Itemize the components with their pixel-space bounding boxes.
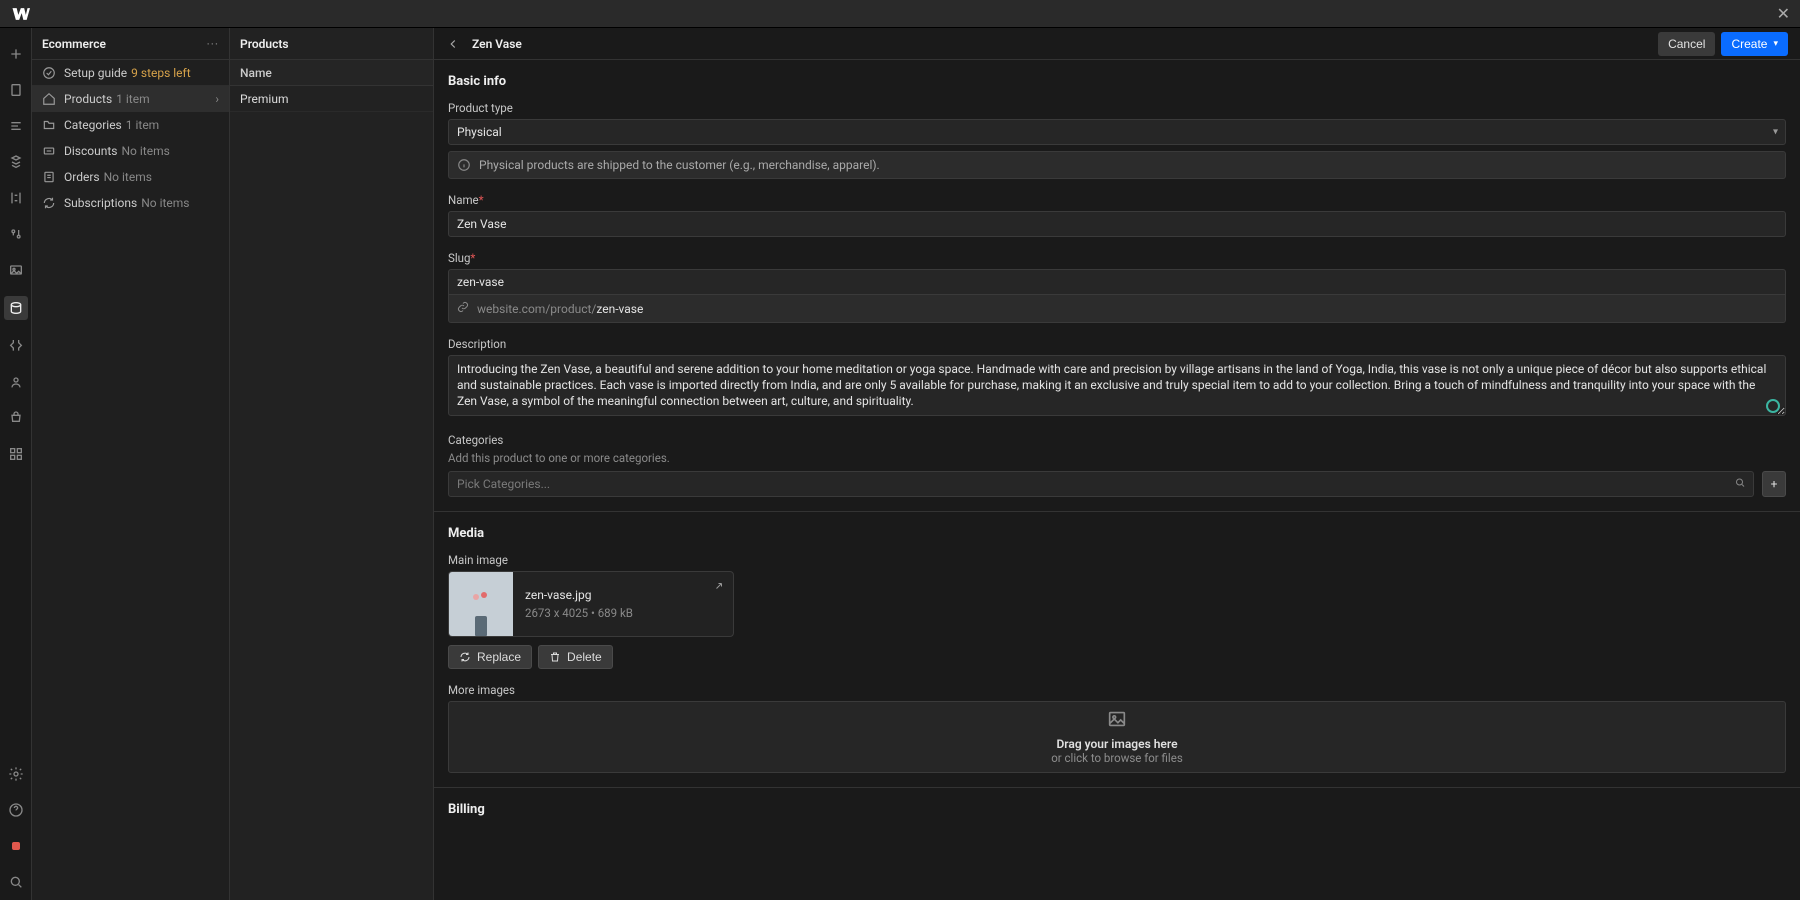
logic-icon[interactable]	[6, 336, 26, 356]
check-circle-icon	[42, 66, 56, 80]
subscriptions-icon	[42, 196, 56, 210]
sidebar-item-discounts[interactable]: Discounts No items	[32, 138, 229, 164]
ecommerce-sidebar: Ecommerce ··· Setup guide 9 steps left P…	[32, 28, 230, 900]
sidebar-item-meta: No items	[141, 196, 189, 210]
product-type-hint: Physical products are shipped to the cus…	[448, 151, 1786, 179]
categories-input[interactable]	[448, 471, 1754, 497]
image-icon	[1106, 708, 1128, 733]
cancel-button[interactable]: Cancel	[1658, 32, 1715, 56]
product-type-hint-text: Physical products are shipped to the cus…	[479, 158, 880, 172]
sidebar-item-label: Categories	[64, 118, 122, 132]
sidebar-item-label: Products	[64, 92, 112, 106]
info-icon	[457, 158, 471, 172]
sidebar-title: Ecommerce	[42, 37, 106, 51]
variables-icon[interactable]	[6, 188, 26, 208]
more-images-label: More images	[448, 683, 1786, 697]
sidebar-item-label: Subscriptions	[64, 196, 137, 210]
section-basic-info-title: Basic info	[448, 74, 1786, 89]
image-thumbnail[interactable]	[449, 572, 513, 636]
sidebar-item-products[interactable]: Products 1 item ›	[32, 86, 229, 112]
navigator-icon[interactable]	[6, 116, 26, 136]
expand-icon[interactable]	[713, 580, 725, 595]
search-icon[interactable]	[6, 872, 26, 892]
editor-header: Zen Vase Cancel Create▾	[434, 28, 1800, 60]
discount-icon	[42, 144, 56, 158]
create-button[interactable]: Create▾	[1721, 32, 1788, 56]
webflow-logo-icon[interactable]	[10, 4, 30, 24]
pages-icon[interactable]	[6, 80, 26, 100]
app-topbar: ✕	[0, 0, 1800, 28]
name-label: Name*	[448, 193, 1786, 207]
sidebar-item-meta: 1 item	[116, 92, 149, 106]
more-images-dropzone[interactable]: Drag your images here or click to browse…	[448, 701, 1786, 773]
editor-body[interactable]: Basic info Product type ▾ Physical produ…	[434, 60, 1800, 900]
tag-icon	[42, 92, 56, 106]
more-icon[interactable]: ···	[207, 37, 219, 51]
sidebar-item-meta: 1 item	[126, 118, 159, 132]
section-media-title: Media	[448, 526, 1786, 541]
sidebar-item-label: Discounts	[64, 144, 117, 158]
sidebar-item-label: Setup guide	[64, 66, 127, 80]
slug-input[interactable]	[448, 269, 1786, 295]
search-icon	[1734, 476, 1746, 491]
assets-icon[interactable]	[6, 260, 26, 280]
styles-icon[interactable]	[6, 224, 26, 244]
editor-title: Zen Vase	[472, 37, 522, 51]
categories-icon	[42, 118, 56, 132]
tool-rail	[0, 28, 32, 900]
divider	[434, 511, 1800, 512]
products-panel-title: Products	[230, 28, 433, 60]
back-arrow-icon[interactable]	[446, 37, 460, 51]
product-type-select[interactable]	[448, 119, 1786, 145]
categories-label: Categories	[448, 433, 1786, 447]
sidebar-item-label: Orders	[64, 170, 100, 184]
components-icon[interactable]	[6, 152, 26, 172]
users-icon[interactable]	[6, 372, 26, 392]
product-row[interactable]: Premium	[230, 86, 433, 112]
product-type-label: Product type	[448, 101, 1786, 115]
description-textarea[interactable]	[448, 355, 1786, 416]
settings-icon[interactable]	[6, 764, 26, 784]
sidebar-item-subscriptions[interactable]: Subscriptions No items	[32, 190, 229, 216]
slug-url-preview: website.com/product/zen-vase	[448, 295, 1786, 323]
sidebar-item-orders[interactable]: Orders No items	[32, 164, 229, 190]
close-icon[interactable]: ✕	[1777, 4, 1790, 23]
main-image-label: Main image	[448, 553, 1786, 567]
image-filename: zen-vase.jpg	[525, 588, 721, 602]
description-label: Description	[448, 337, 1786, 351]
delete-button[interactable]: Delete	[538, 645, 613, 669]
categories-sublabel: Add this product to one or more categori…	[448, 451, 1786, 465]
divider	[434, 787, 1800, 788]
link-icon	[457, 301, 469, 316]
chevron-down-icon: ▾	[1773, 38, 1778, 49]
slug-label: Slug*	[448, 251, 1786, 265]
ecommerce-icon[interactable]	[6, 408, 26, 428]
grammarly-icon	[1766, 399, 1780, 413]
dropzone-sub-text: or click to browse for files	[1051, 751, 1183, 765]
image-meta: 2673 x 4025 • 689 kB	[525, 606, 721, 620]
sidebar-item-categories[interactable]: Categories 1 item	[32, 112, 229, 138]
cms-icon[interactable]	[4, 296, 28, 320]
add-category-button[interactable]: +	[1762, 471, 1786, 497]
video-tutorial-icon[interactable]	[6, 836, 26, 856]
chevron-right-icon: ›	[215, 92, 219, 106]
products-column-header: Name	[230, 60, 433, 86]
sidebar-item-setup-guide[interactable]: Setup guide 9 steps left	[32, 60, 229, 86]
dropzone-main-text: Drag your images here	[1056, 737, 1177, 751]
replace-button[interactable]: Replace	[448, 645, 532, 669]
product-editor: Zen Vase Cancel Create▾ Basic info Produ…	[434, 28, 1800, 900]
orders-icon	[42, 170, 56, 184]
sidebar-header: Ecommerce ···	[32, 28, 229, 60]
sidebar-item-meta: 9 steps left	[131, 66, 191, 80]
apps-icon[interactable]	[6, 444, 26, 464]
products-list-panel: Products Name Premium	[230, 28, 434, 900]
name-input[interactable]	[448, 211, 1786, 237]
help-icon[interactable]	[6, 800, 26, 820]
main-image-card: zen-vase.jpg 2673 x 4025 • 689 kB	[448, 571, 734, 637]
add-icon[interactable]	[6, 44, 26, 64]
sidebar-item-meta: No items	[104, 170, 152, 184]
sidebar-item-meta: No items	[121, 144, 169, 158]
section-billing-title: Billing	[448, 802, 1786, 817]
